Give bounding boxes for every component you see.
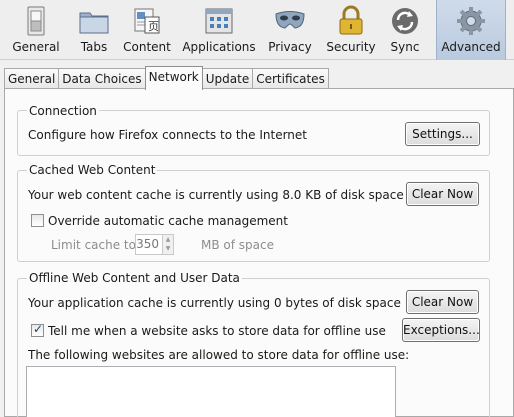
pane-privacy[interactable]: Privacy [260, 0, 320, 60]
cached-content-title: Cached Web Content [27, 163, 158, 177]
override-cache-checkbox[interactable] [31, 214, 44, 227]
tab-update[interactable]: Update [201, 68, 254, 90]
preferences-pane-toolbar: General Tabs 页 Content Applications Priv… [0, 0, 514, 60]
pane-label: General [12, 40, 60, 54]
limit-cache-label: Limit cache to [51, 238, 136, 252]
tab-network[interactable]: Network [144, 66, 203, 90]
pane-label: Applications [182, 40, 256, 54]
tell-me-checkbox[interactable]: ✓ [31, 322, 44, 337]
tell-me-label: Tell me when a website asks to store dat… [48, 324, 386, 338]
spin-up-icon: ▲ [165, 236, 171, 243]
cache-limit-spinner[interactable]: ▲ ▼ [162, 234, 174, 255]
app-cache-usage-text: Your application cache is currently usin… [28, 296, 401, 310]
allowed-sites-label: The following websites are allowed to st… [28, 348, 410, 362]
cache-limit-input[interactable]: 350 [135, 234, 163, 255]
tab-general[interactable]: General [4, 68, 60, 90]
svg-text:页: 页 [148, 20, 159, 33]
clear-offline-button[interactable]: Clear Now [406, 290, 479, 314]
tab-certificates[interactable]: Certificates [252, 68, 329, 90]
exceptions-button-label: Exceptions... [403, 323, 480, 337]
advanced-subtabs: General Data Choices Network Update Cert… [4, 66, 329, 90]
pane-security[interactable]: Security [320, 0, 382, 60]
offline-sites-list[interactable] [26, 366, 396, 417]
folder-tabs-icon [78, 5, 110, 37]
tab-data-choices[interactable]: Data Choices [58, 68, 146, 90]
clear-cache-button[interactable]: Clear Now [406, 182, 479, 206]
pane-label: Content [123, 40, 171, 54]
pane-label: Sync [390, 40, 420, 54]
switch-icon [20, 5, 52, 37]
padlock-icon [335, 5, 367, 37]
applications-window-icon [203, 5, 235, 37]
offline-content-title: Offline Web Content and User Data [27, 271, 242, 285]
pane-advanced[interactable]: Advanced [436, 0, 506, 60]
pane-content[interactable]: 页 Content [116, 0, 178, 60]
pane-applications[interactable]: Applications [178, 0, 260, 60]
settings-button-label: Settings... [412, 127, 473, 141]
sync-arrows-icon [389, 5, 421, 37]
content-page-icon: 页 [131, 5, 163, 37]
spin-down-icon: ▼ [165, 245, 171, 252]
pane-tabs[interactable]: Tabs [72, 0, 116, 60]
pane-label: Tabs [80, 40, 108, 54]
connection-title: Connection [27, 104, 99, 118]
connection-settings-button[interactable]: Settings... [405, 122, 480, 146]
connection-description: Configure how Firefox connects to the In… [28, 128, 307, 142]
override-cache-label: Override automatic cache management [48, 214, 288, 228]
pane-label: Security [326, 40, 376, 54]
clear-now-label: Clear Now [411, 295, 474, 309]
privacy-mask-icon [274, 5, 306, 37]
pane-label: Advanced [441, 40, 501, 54]
pane-label: Privacy [268, 40, 312, 54]
limit-cache-unit: MB of space [201, 238, 274, 252]
checkmark-icon: ✓ [33, 322, 44, 336]
clear-now-label: Clear Now [411, 187, 474, 201]
pane-general[interactable]: General [0, 0, 72, 60]
gear-icon [455, 5, 487, 37]
cache-usage-text: Your web content cache is currently usin… [28, 188, 404, 202]
pane-sync[interactable]: Sync [382, 0, 428, 60]
exceptions-button[interactable]: Exceptions... [402, 318, 480, 342]
